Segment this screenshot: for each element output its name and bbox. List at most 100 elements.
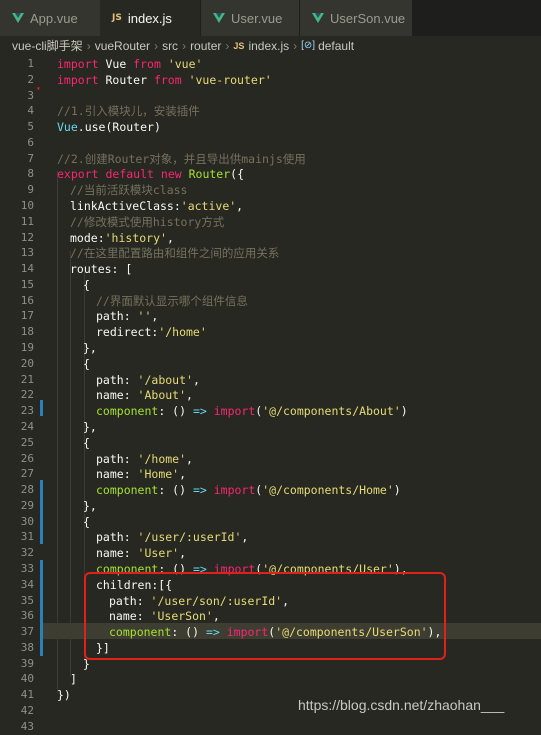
code-line[interactable]: 15 {	[0, 277, 541, 293]
code-text: {	[83, 356, 90, 372]
code-line[interactable]: 21 path: '/about',	[0, 372, 541, 388]
code-token: //在这里配置路由和组件之间的应用关系	[70, 246, 280, 261]
code-line[interactable]: 7 //2.创建Router对象，并且导出供mainjs使用	[0, 151, 541, 167]
code-token: Router	[98, 72, 154, 87]
vue-file-icon	[312, 13, 324, 23]
code-token: ,	[151, 309, 159, 324]
line-number: 18	[20, 325, 34, 339]
tab-userson-vue[interactable]: UserSon.vue	[300, 0, 412, 36]
line-number: 38	[20, 640, 34, 654]
code-line[interactable]: 20 {	[0, 356, 541, 372]
code-text: },	[83, 498, 97, 514]
code-line[interactable]: 2 import Router from 'vue-router'	[0, 72, 541, 88]
breadcrumb-item[interactable]: router	[190, 39, 221, 53]
code-line[interactable]: 1 import Vue from 'vue'	[0, 56, 541, 72]
line-number: 28	[20, 483, 34, 497]
code-line[interactable]: 3	[0, 88, 541, 104]
line-number: 22	[20, 388, 34, 402]
code-line[interactable]: 14 routes: [	[0, 261, 541, 277]
code-token: ]	[70, 672, 77, 687]
breadcrumb-item[interactable]: vueRouter	[95, 39, 150, 53]
breadcrumb-item[interactable]: vue-cli脚手架	[12, 37, 83, 54]
line-number: 2	[27, 72, 34, 86]
code-line[interactable]: 5 Vue.use(Router)	[0, 119, 541, 135]
code-text: component: () => import('@/components/Ab…	[96, 403, 408, 419]
line-number: 24	[20, 419, 34, 433]
tab-user-vue[interactable]: User.vue	[201, 0, 299, 36]
code-line[interactable]: 25 {	[0, 435, 541, 451]
line-number: 12	[20, 230, 34, 244]
code-line[interactable]: 16 //界面默认显示哪个组件信息	[0, 293, 541, 309]
code-line[interactable]: 6	[0, 135, 541, 151]
line-number: 20	[20, 356, 34, 370]
code-line[interactable]: 19},	[0, 340, 541, 356]
code-line[interactable]: 24},	[0, 419, 541, 435]
code-token: {	[83, 277, 90, 292]
breadcrumb-symbol[interactable]: default	[318, 39, 354, 53]
code-token: 'User'	[137, 546, 180, 561]
code-token: ,	[186, 451, 193, 466]
code-token: ({	[230, 167, 245, 182]
tab-app-vue[interactable]: App.vue	[0, 0, 100, 36]
code-token: ,	[179, 467, 187, 482]
code-line[interactable]: 31 path: '/user/:userId',	[0, 529, 541, 545]
code-token: import	[213, 483, 256, 498]
code-text: },	[83, 419, 97, 435]
code-token: //当前活跃模块class	[70, 183, 188, 198]
code-text: mode:'history',	[70, 230, 174, 246]
code-line[interactable]: 40]	[0, 671, 541, 687]
line-number: 21	[20, 372, 34, 386]
code-line[interactable]: 4 //1.引入模块儿，安装插件	[0, 103, 541, 119]
line-number: 15	[20, 277, 34, 291]
code-line[interactable]: 10 linkActiveClass:'active',	[0, 198, 541, 214]
code-line[interactable]: 28 component: () => import('@/components/…	[0, 482, 541, 498]
code-token: default	[105, 167, 154, 182]
code-token: '/home'	[137, 451, 187, 466]
code-line[interactable]: 12 mode:'history',	[0, 230, 541, 246]
code-line[interactable]: 29},	[0, 498, 541, 514]
code-token: {	[83, 435, 90, 450]
code-line[interactable]: 9 //当前活跃模块class	[0, 182, 541, 198]
code-line[interactable]: 30 {	[0, 514, 541, 530]
code-line[interactable]: 11 //修改模式使用history方式	[0, 214, 541, 230]
code-token: ,	[186, 388, 193, 403]
code-token: )	[400, 404, 408, 419]
code-token: name:	[96, 467, 138, 482]
code-token: 'About'	[137, 388, 187, 403]
code-token: '/about'	[137, 372, 193, 387]
line-number: 3	[27, 88, 34, 102]
code-line[interactable]: 18 redirect:'/home'	[0, 324, 541, 340]
code-token: ,	[192, 372, 200, 387]
code-line[interactable]: 26 path: '/home',	[0, 451, 541, 467]
line-number: 41	[20, 688, 34, 702]
code-line[interactable]: 13 //在这里配置路由和组件之间的应用关系	[0, 245, 541, 261]
code-line[interactable]: 8 export default new Router({	[0, 166, 541, 182]
line-number: 9	[27, 183, 34, 197]
code-line[interactable]: 43	[0, 719, 541, 735]
code-token: path:	[96, 309, 138, 324]
code-token: '/user/:userId'	[137, 530, 242, 545]
tab-index-js[interactable]: JS index.js	[100, 0, 200, 36]
code-line[interactable]: 23 component: () => import('@/components/…	[0, 403, 541, 419]
breadcrumb-file[interactable]: index.js	[248, 39, 289, 53]
line-number: 27	[20, 467, 34, 481]
code-text: import Router from 'vue-router'	[57, 72, 272, 88]
code-line[interactable]: 17 path: '',	[0, 308, 541, 324]
line-number: 4	[27, 104, 34, 118]
breadcrumb-item[interactable]: src	[162, 39, 178, 53]
code-text: })	[57, 687, 71, 703]
code-line[interactable]: 27 name: 'Home',	[0, 466, 541, 482]
code-text: //1.引入模块儿，安装插件	[57, 103, 200, 119]
code-token: ,	[179, 546, 187, 561]
code-line[interactable]: 32 name: 'User',	[0, 545, 541, 561]
line-number: 17	[20, 309, 34, 323]
line-number: 5	[27, 120, 34, 134]
code-text: export default new Router({	[57, 166, 244, 182]
code-token: import	[213, 404, 256, 419]
code-line[interactable]: 22 name: 'About',	[0, 387, 541, 403]
code-text: name: 'User',	[96, 545, 186, 561]
code-token: '/home'	[158, 325, 207, 340]
code-token: {	[83, 514, 90, 529]
code-token: },	[83, 498, 97, 513]
